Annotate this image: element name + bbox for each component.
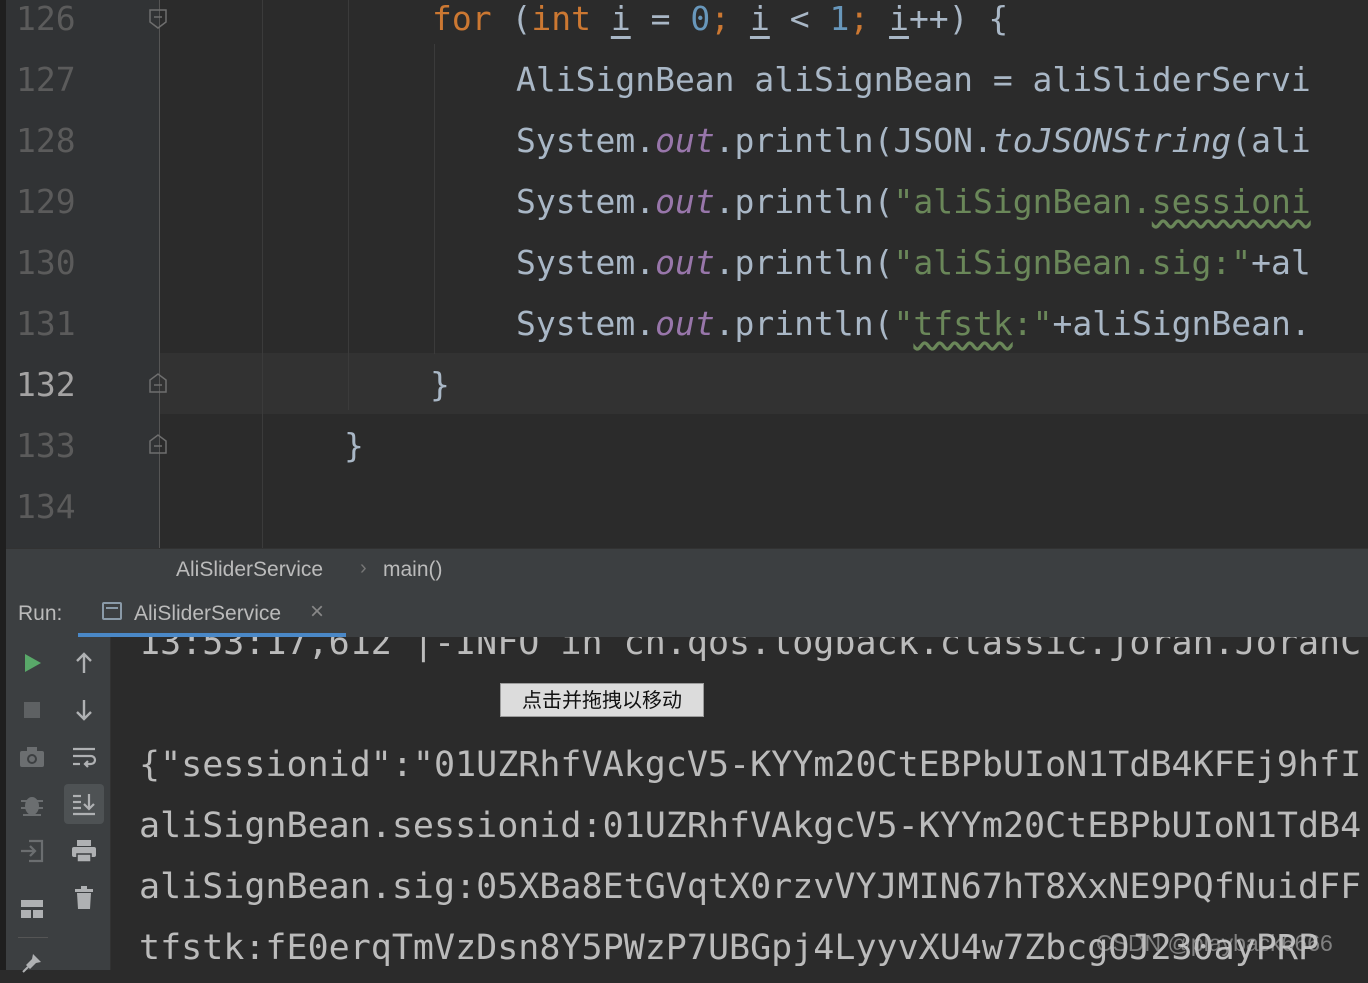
code-token: .println(	[714, 182, 894, 221]
breadcrumb: AliSliderService › main()	[6, 548, 1368, 591]
code-token: +al	[1251, 243, 1311, 282]
breadcrumb-method[interactable]: main()	[383, 558, 443, 582]
line-number: 129	[16, 182, 76, 221]
typo-warning-text: tfstk	[913, 304, 1013, 343]
console-line-partial: 13:53:17,612 |-INFO in ch.qos.logback.cl…	[139, 637, 1362, 663]
drag-tooltip[interactable]: 点击并拖拽以移动	[500, 683, 704, 717]
current-line-highlight	[160, 353, 1368, 414]
run-icon[interactable]	[12, 643, 52, 683]
code-token: System.	[516, 243, 656, 282]
code-line-126: for (int i = 0; i < 1; i++) {	[432, 0, 1008, 49]
debug-icon[interactable]	[12, 784, 52, 824]
keyword-for: for	[432, 0, 492, 38]
fold-end-icon[interactable]	[147, 372, 169, 394]
string-literal: "aliSignBean.sig:"	[893, 243, 1252, 282]
number-literal: 1	[829, 0, 850, 38]
console-line: aliSignBean.sessionid:01UZRhfVAkgcV5-KYY…	[139, 806, 1362, 846]
code-line-129: System.out.println("aliSignBean.sessioni	[516, 171, 1311, 232]
indent-guide	[434, 44, 435, 354]
loop-variable: i	[610, 0, 631, 38]
code-token: System.	[516, 121, 656, 160]
semicolon: ;	[710, 0, 750, 38]
watermark: CSDN @playback6666	[1096, 930, 1333, 956]
line-number: 126	[16, 0, 76, 38]
code-line-132: }	[430, 365, 450, 404]
loop-variable: i	[889, 0, 909, 38]
run-toolbar	[6, 637, 111, 973]
line-number: 134	[16, 487, 76, 526]
console-line: aliSignBean.sig:05XBa8EtGVqtX0rzvVYJMIN6…	[139, 867, 1362, 907]
line-number: 128	[16, 121, 76, 160]
run-tab-label: AliSliderService	[134, 602, 282, 625]
close-icon[interactable]: ×	[310, 598, 324, 626]
toolbar-divider	[18, 937, 48, 938]
code-token: <	[769, 0, 830, 38]
stop-icon[interactable]	[12, 690, 52, 730]
print-icon[interactable]	[64, 831, 104, 871]
console-icon	[102, 602, 122, 620]
static-field: out	[655, 304, 715, 343]
console-output[interactable]: 13:53:17,612 |-INFO in ch.qos.logback.cl…	[111, 637, 1368, 970]
run-label: Run:	[18, 602, 63, 625]
line-number: 131	[16, 304, 76, 343]
fold-end-icon[interactable]	[147, 433, 169, 455]
code-token: System.	[516, 182, 656, 221]
run-panel-header: Run: AliSliderService ×	[6, 590, 1368, 637]
fold-collapse-icon[interactable]	[147, 8, 169, 30]
line-number: 127	[16, 60, 76, 99]
code-token: .println(	[714, 304, 894, 343]
soft-wrap-icon[interactable]	[64, 737, 104, 777]
line-number: 130	[16, 243, 76, 282]
code-token: .println(JSON.	[714, 121, 993, 160]
code-token: (ali	[1231, 121, 1311, 160]
code-line-133: }	[344, 426, 364, 465]
line-number-current: 132	[16, 365, 76, 404]
keyword-int: int	[531, 0, 591, 38]
code-line-128: System.out.println(JSON.toJSONString(ali	[516, 110, 1311, 171]
code-token: .println(	[714, 243, 894, 282]
typo-warning-text: sessioni	[1151, 182, 1311, 221]
gutter-divider	[159, 0, 160, 548]
loop-variable: i	[749, 0, 770, 38]
scroll-to-end-icon[interactable]	[64, 784, 104, 824]
static-field: out	[655, 243, 715, 282]
static-field: out	[655, 182, 715, 221]
code-token: (	[491, 0, 532, 38]
indent-guide	[348, 0, 349, 410]
camera-icon[interactable]	[12, 737, 52, 777]
up-arrow-icon[interactable]	[64, 643, 104, 683]
string-literal: :"	[1012, 304, 1053, 343]
breadcrumb-class[interactable]: AliSliderService	[176, 558, 323, 582]
exit-icon[interactable]	[12, 831, 52, 871]
string-literal: "	[893, 304, 914, 343]
run-tab-alislider-service[interactable]: AliSliderService ×	[78, 590, 346, 637]
trash-icon[interactable]	[64, 878, 104, 918]
code-line-131: System.out.println("tfstk:"+aliSignBean.	[516, 293, 1311, 354]
line-number: 133	[16, 426, 76, 465]
breadcrumb-separator: ›	[360, 557, 367, 579]
code-token: System.	[516, 304, 656, 343]
code-line-127: AliSignBean aliSignBean = aliSliderServi	[516, 60, 1311, 99]
string-literal: "aliSignBean.	[893, 182, 1152, 221]
number-literal: 0	[690, 0, 711, 38]
code-line-130: System.out.println("aliSignBean.sig:"+al	[516, 232, 1311, 293]
code-token: ++) {	[908, 0, 1009, 38]
semicolon: ;	[849, 0, 890, 38]
indent-guide	[262, 0, 263, 548]
down-arrow-icon[interactable]	[64, 690, 104, 730]
code-token: =	[630, 0, 691, 38]
static-field: out	[655, 121, 715, 160]
code-token: +aliSignBean.	[1052, 304, 1311, 343]
code-editor[interactable]: 126 127 128 129 130 131 132 133 134 for …	[6, 0, 1368, 548]
layout-icon[interactable]	[12, 889, 52, 929]
console-line: {"sessionid":"01UZRhfVAkgcV5-KYYm20CtEBP…	[139, 745, 1362, 785]
static-method-call: toJSONString	[992, 121, 1232, 160]
pin-icon[interactable]	[12, 943, 52, 983]
